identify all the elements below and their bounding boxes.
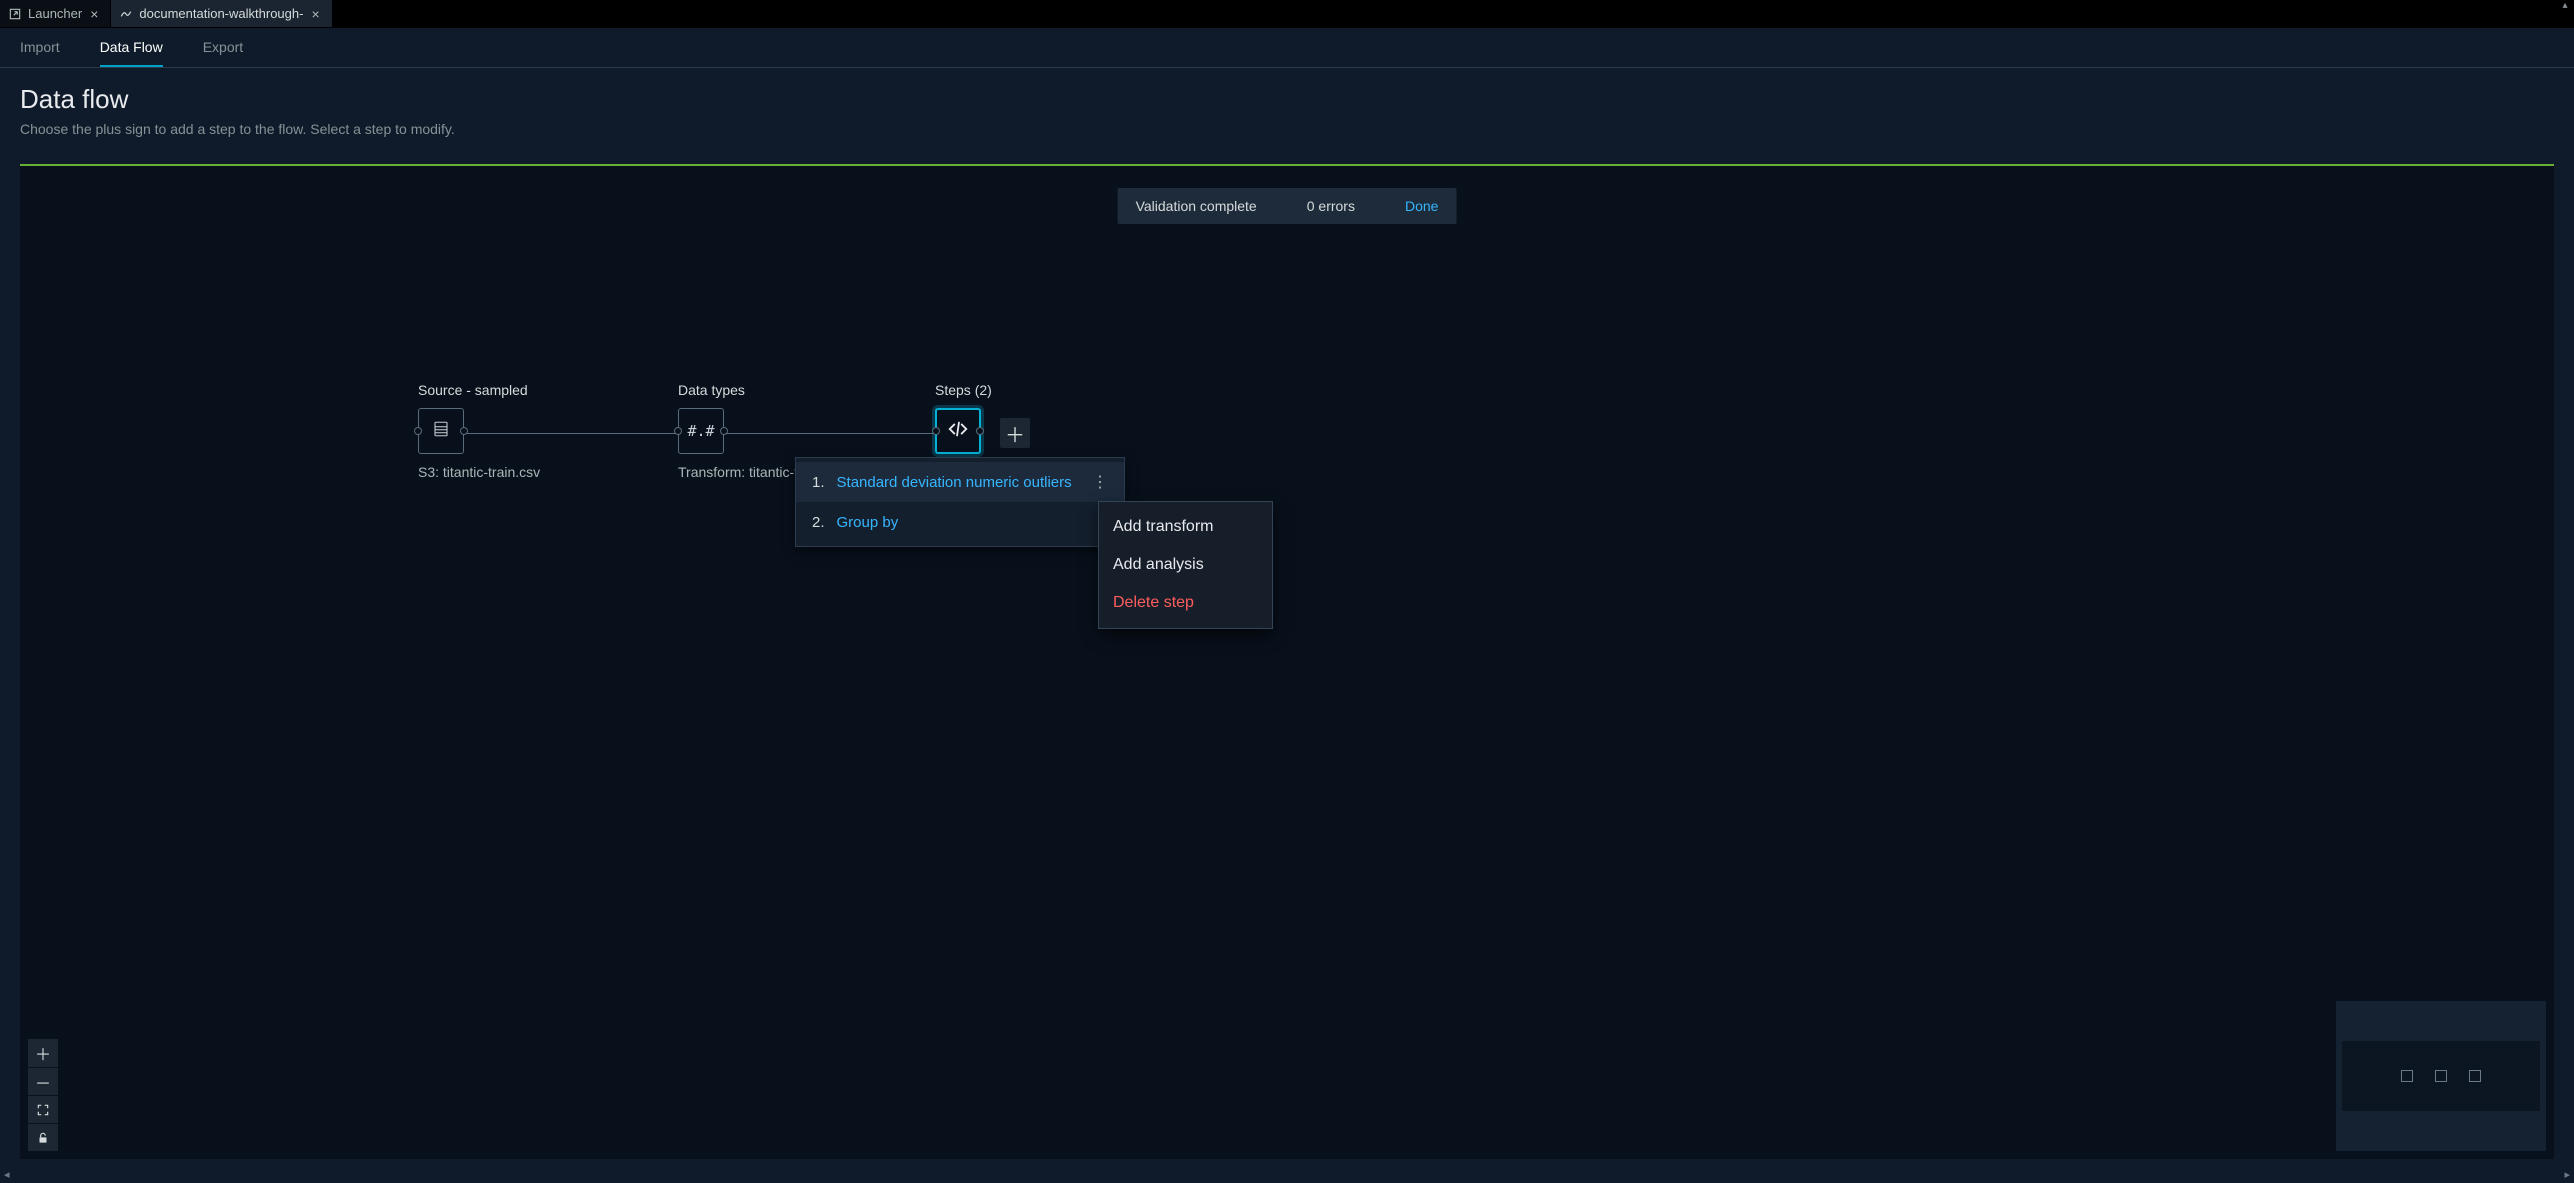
page-title: Data flow bbox=[20, 84, 2554, 115]
scroll-left-icon[interactable]: ◂ bbox=[4, 1168, 10, 1181]
steps-list-panel: 1. Standard deviation numeric outliers ⋮… bbox=[795, 457, 1125, 547]
subnav-data-flow[interactable]: Data Flow bbox=[100, 29, 163, 67]
horizontal-scrollbar[interactable]: ◂ ▸ bbox=[0, 1165, 2574, 1183]
flow-file-icon bbox=[119, 7, 133, 21]
step-item-2[interactable]: 2. Group by ⋮ bbox=[796, 502, 1124, 542]
port-out[interactable] bbox=[720, 427, 728, 435]
port-out[interactable] bbox=[976, 427, 984, 435]
menu-add-analysis[interactable]: Add analysis bbox=[1099, 546, 1272, 584]
tab-label: Launcher bbox=[28, 6, 82, 21]
launcher-icon bbox=[8, 7, 22, 21]
zoom-in-button[interactable]: ＋ bbox=[28, 1039, 58, 1067]
page-subtitle: Choose the plus sign to add a step to th… bbox=[20, 121, 2554, 137]
code-icon bbox=[947, 418, 969, 444]
page-header: Data flow Choose the plus sign to add a … bbox=[0, 68, 2574, 151]
zoom-out-button[interactable]: － bbox=[28, 1067, 58, 1095]
toast-message: Validation complete bbox=[1136, 198, 1257, 214]
minimap-node bbox=[2469, 1070, 2481, 1082]
port-in[interactable] bbox=[674, 427, 682, 435]
hash-icon: #.# bbox=[687, 422, 714, 440]
node-title: Source - sampled bbox=[418, 382, 540, 398]
node-source[interactable]: Source - sampled S3: titantic-train.csv bbox=[418, 382, 540, 480]
step-index: 2. bbox=[812, 514, 825, 531]
menu-add-transform[interactable]: Add transform bbox=[1099, 508, 1272, 546]
tab-documentation[interactable]: documentation-walkthrough- × bbox=[111, 0, 332, 27]
node-title: Steps (2) bbox=[935, 382, 992, 398]
sub-nav: Import Data Flow Export bbox=[0, 28, 2574, 68]
tab-label: documentation-walkthrough- bbox=[139, 6, 303, 21]
step-index: 1. bbox=[812, 474, 825, 491]
minimap-node bbox=[2401, 1070, 2413, 1082]
scroll-right-icon[interactable]: ▸ bbox=[2564, 1168, 2570, 1181]
tab-launcher[interactable]: Launcher × bbox=[0, 0, 111, 27]
close-icon[interactable]: × bbox=[309, 7, 321, 21]
menu-delete-step[interactable]: Delete step bbox=[1099, 584, 1272, 622]
fit-view-button[interactable] bbox=[28, 1095, 58, 1123]
node-title: Data types bbox=[678, 382, 798, 398]
dataset-icon bbox=[432, 420, 450, 442]
minimap-viewport bbox=[2342, 1041, 2540, 1111]
minimap-node bbox=[2435, 1070, 2447, 1082]
scroll-up-icon[interactable]: ▴ bbox=[2558, 0, 2572, 14]
kebab-icon[interactable]: ⋮ bbox=[1090, 472, 1110, 492]
zoom-controls: ＋ － bbox=[28, 1039, 58, 1151]
subnav-import[interactable]: Import bbox=[20, 29, 60, 67]
port-in[interactable] bbox=[414, 427, 422, 435]
node-box[interactable] bbox=[418, 408, 464, 454]
toast-error-count: 0 errors bbox=[1307, 198, 1355, 214]
minimap[interactable] bbox=[2336, 1001, 2546, 1151]
subnav-export[interactable]: Export bbox=[203, 29, 243, 67]
port-out[interactable] bbox=[460, 427, 468, 435]
port-in[interactable] bbox=[932, 427, 940, 435]
add-step-button[interactable]: ＋ bbox=[1000, 418, 1030, 448]
step-label: Standard deviation numeric outliers bbox=[837, 474, 1082, 491]
flow-canvas[interactable]: Validation complete 0 errors Done Source… bbox=[20, 166, 2554, 1159]
canvas-wrap: Validation complete 0 errors Done Source… bbox=[20, 164, 2554, 1159]
step-context-menu: Add transform Add analysis Delete step bbox=[1098, 501, 1273, 629]
tab-strip: Launcher × documentation-walkthrough- × … bbox=[0, 0, 2574, 28]
close-icon[interactable]: × bbox=[88, 7, 100, 21]
toast-done-link[interactable]: Done bbox=[1405, 198, 1438, 214]
lock-button[interactable] bbox=[28, 1123, 58, 1151]
validation-toast: Validation complete 0 errors Done bbox=[1118, 188, 1457, 224]
step-item-1[interactable]: 1. Standard deviation numeric outliers ⋮ bbox=[796, 462, 1124, 502]
step-label: Group by bbox=[837, 514, 1082, 531]
node-subtitle: Transform: titantic-t bbox=[678, 464, 798, 480]
node-box[interactable]: #.# bbox=[678, 408, 724, 454]
node-box[interactable] bbox=[935, 408, 981, 454]
node-data-types[interactable]: Data types #.# Transform: titantic-t bbox=[678, 382, 798, 480]
node-subtitle: S3: titantic-train.csv bbox=[418, 464, 540, 480]
node-steps[interactable]: Steps (2) bbox=[935, 382, 992, 454]
